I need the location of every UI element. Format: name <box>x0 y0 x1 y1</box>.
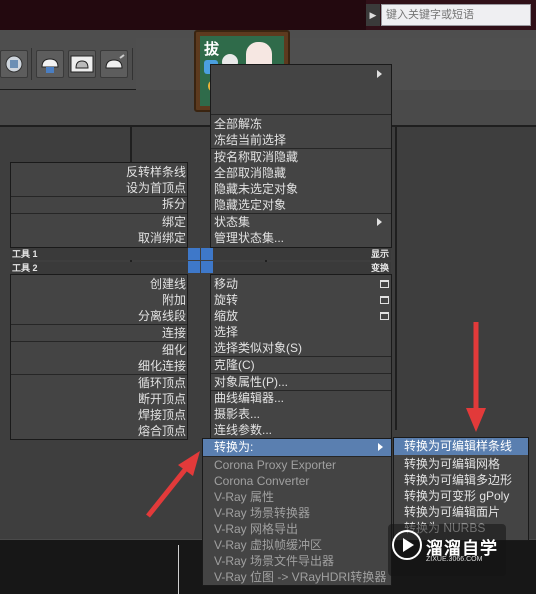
annotation-arrow-down <box>466 322 486 432</box>
annotation-arrows <box>146 322 486 518</box>
watermark-play-icon <box>392 530 422 560</box>
watermark-url: ZIXUE.3066.COM <box>426 556 483 563</box>
annotation-arrow-up <box>146 451 200 518</box>
